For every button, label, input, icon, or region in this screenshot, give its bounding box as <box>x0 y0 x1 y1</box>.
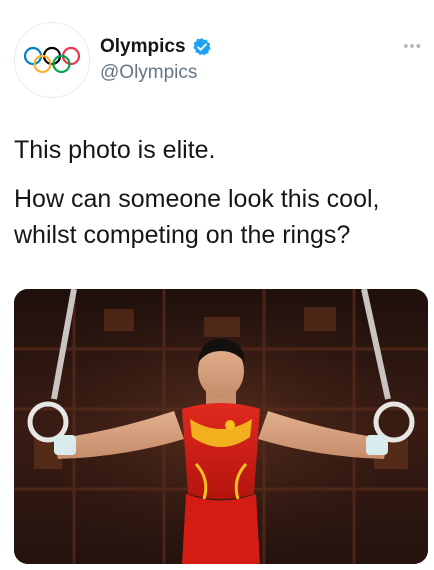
tweet-photo[interactable] <box>14 289 428 564</box>
olympic-rings-logo <box>23 46 81 74</box>
verified-badge-icon <box>192 37 212 57</box>
display-name[interactable]: Olympics <box>100 36 212 58</box>
avatar[interactable] <box>14 22 90 98</box>
tweet-text-line-1: This photo is elite. <box>14 136 216 164</box>
tweet-text-line-2: How can someone look this cool, whilst c… <box>14 185 380 249</box>
user-handle[interactable]: @Olympics <box>100 62 197 84</box>
display-name-text[interactable]: Olympics <box>100 36 186 58</box>
tweet-card: Olympics @Olympics ••• This photo is eli… <box>0 0 434 570</box>
more-options-icon[interactable]: ••• <box>403 38 422 55</box>
gymnast-on-rings-photo <box>14 289 428 564</box>
